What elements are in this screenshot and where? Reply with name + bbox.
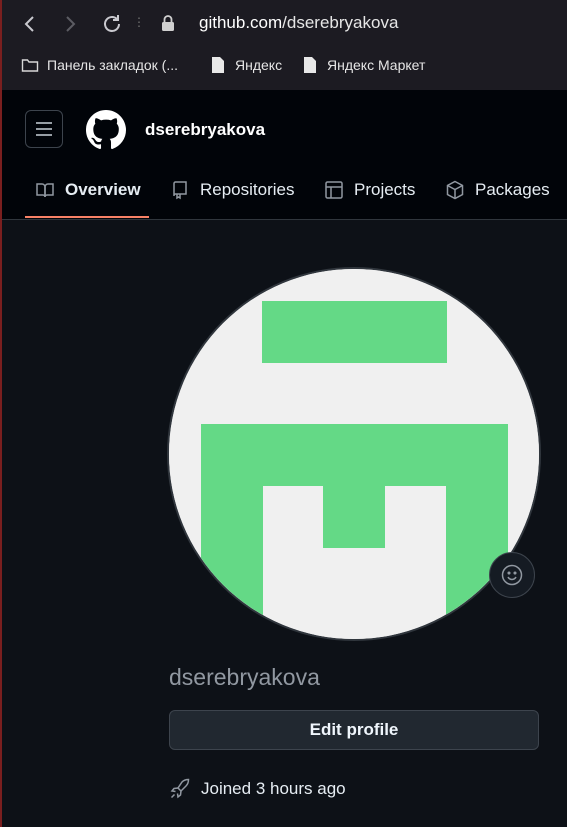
reload-button[interactable] (100, 12, 124, 36)
table-icon (325, 181, 343, 199)
forward-button[interactable] (58, 12, 82, 36)
page-icon (304, 57, 316, 73)
folder-icon (21, 59, 39, 72)
browser-toolbar: ⋮ github.com/dserebryakova Панель заклад… (0, 0, 567, 90)
tab-packages[interactable]: Packages (445, 180, 550, 200)
avatar[interactable] (169, 269, 539, 639)
profile-tabs: Overview Repositories Projects Packages (2, 167, 567, 220)
back-button[interactable] (18, 12, 42, 36)
window-edge (0, 220, 2, 827)
lock-icon[interactable] (160, 14, 176, 32)
bookmarks-bar: Панель закладок (... Яндекс Яндекс Марке… (2, 52, 567, 82)
tab-label: Projects (354, 180, 416, 199)
edit-profile-button[interactable]: Edit profile (169, 710, 539, 750)
url-host: github.com (199, 13, 283, 32)
bookmark-folder[interactable]: Панель закладок (... (21, 56, 178, 74)
bookmark-yandex-market[interactable]: Яндекс Маркет (301, 56, 425, 74)
repo-icon (173, 181, 187, 200)
bookmark-label: Панель закладок (... (47, 57, 178, 73)
address-bar-row: ⋮ github.com/dserebryakova (2, 0, 567, 48)
identicon-image (169, 269, 539, 639)
github-header: dserebryakova Overview Repositories Proj… (0, 90, 567, 220)
header-username[interactable]: dserebryakova (145, 120, 265, 140)
rocket-icon (170, 778, 190, 799)
joined-text: Joined 3 hours ago (201, 779, 346, 798)
menu-button[interactable] (25, 110, 63, 148)
address-url[interactable]: github.com/dserebryakova (199, 13, 398, 33)
page-icon (212, 57, 224, 73)
tab-label: Overview (65, 180, 141, 199)
github-logo-icon[interactable] (86, 110, 126, 150)
tab-label: Packages (475, 180, 550, 199)
tab-overview[interactable]: Overview (35, 180, 141, 200)
joined-info: Joined 3 hours ago (169, 778, 346, 800)
active-tab-indicator (25, 216, 149, 218)
separator-dots-icon: ⋮ (133, 15, 145, 29)
tab-projects[interactable]: Projects (324, 180, 415, 200)
profile-username: dserebryakova (169, 664, 320, 690)
package-icon (446, 180, 464, 200)
smiley-icon (501, 564, 523, 586)
tab-repositories[interactable]: Repositories (170, 180, 295, 200)
hamburger-icon (36, 122, 52, 136)
url-path: /dserebryakova (282, 13, 399, 32)
bookmark-label: Яндекс Маркет (327, 57, 426, 73)
tab-label: Repositories (200, 180, 295, 199)
bookmark-label: Яндекс (235, 57, 283, 73)
set-status-button[interactable] (489, 552, 535, 598)
bookmark-yandex[interactable]: Яндекс (209, 56, 282, 74)
book-icon (36, 183, 54, 198)
